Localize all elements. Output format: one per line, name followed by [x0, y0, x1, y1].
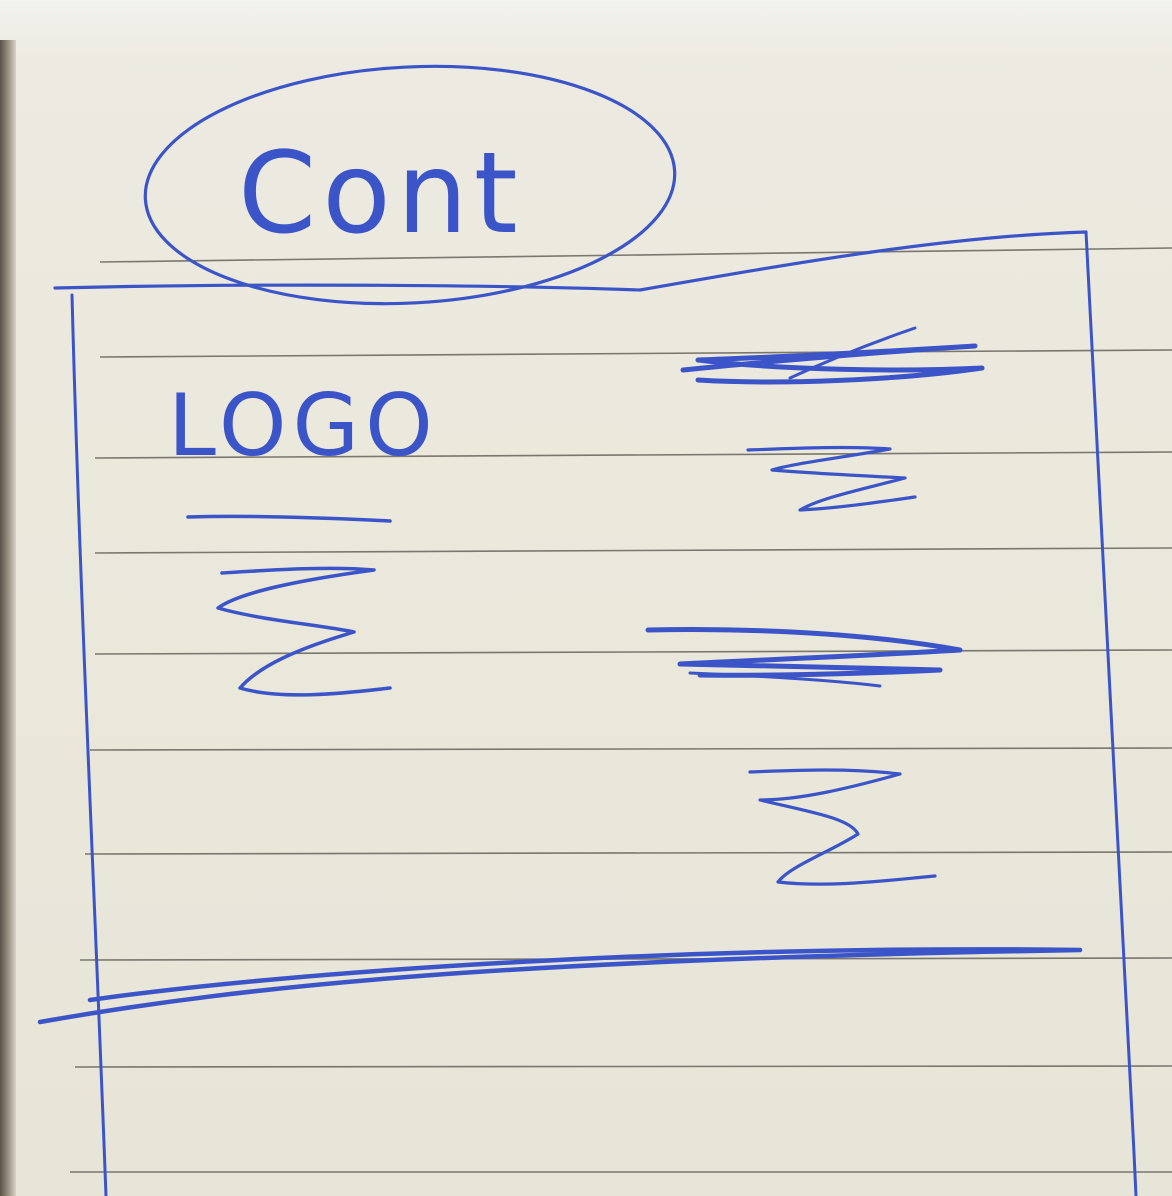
notebook-page: Cont LOGO: [0, 0, 1172, 1196]
right-nav-block: [680, 326, 985, 512]
right-content-block: [645, 627, 963, 886]
tab-header: Cont: [143, 64, 677, 306]
wireframe-sketch: Cont LOGO: [37, 64, 1172, 1196]
tab-title: Cont: [238, 129, 524, 259]
logo: LOGO: [168, 376, 439, 476]
left-text-block: [186, 514, 392, 697]
